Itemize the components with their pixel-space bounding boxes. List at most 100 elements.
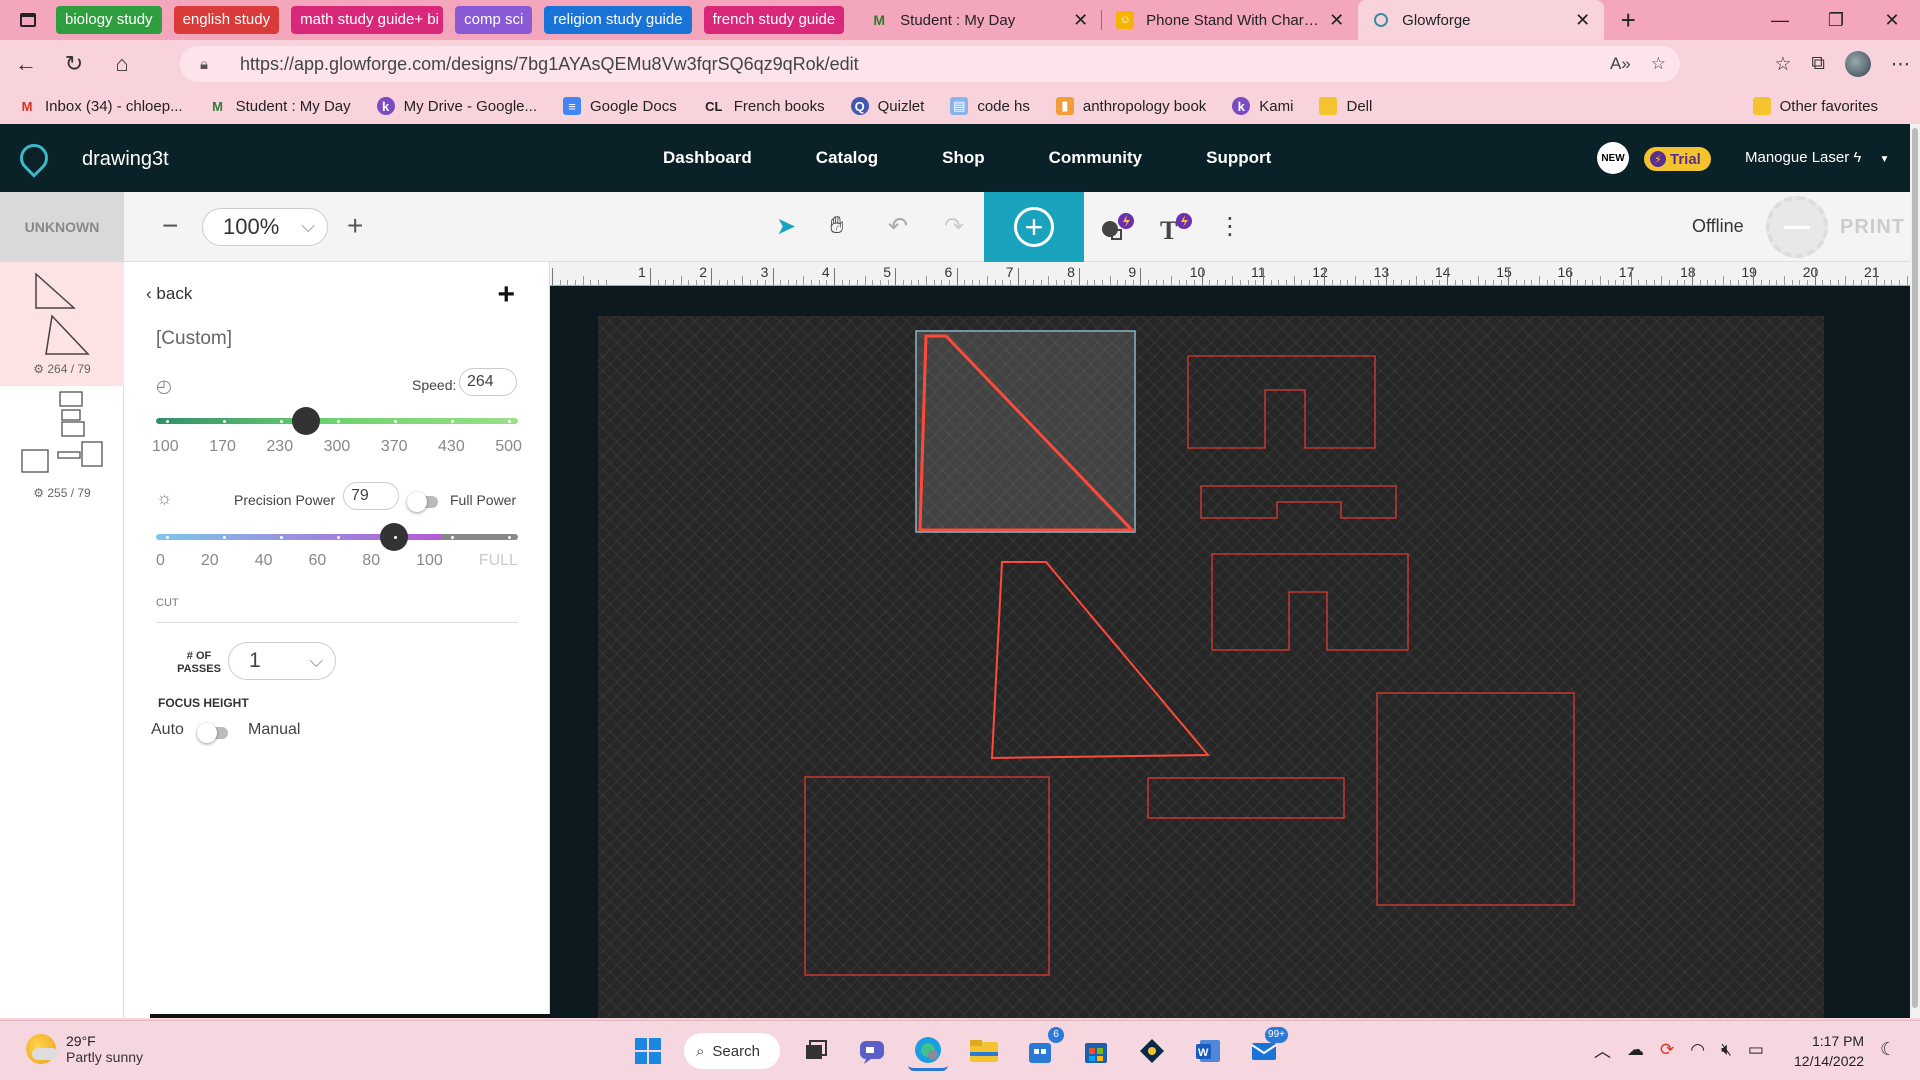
favorite-google-docs[interactable]: ≡ Google Docs: [563, 97, 677, 115]
favorite-gmail[interactable]: M Inbox (34) - chloep...: [18, 97, 183, 115]
triangle-shape[interactable]: [990, 561, 1211, 760]
rectangle-piece-square[interactable]: [1376, 692, 1575, 906]
step-thumbnail-1[interactable]: ⚙︎ 264 / 79: [0, 262, 124, 386]
close-icon[interactable]: ✕: [1575, 10, 1590, 31]
more-vertical-icon[interactable]: ⋮: [1218, 212, 1242, 241]
shapes-premium-icon[interactable]: [1100, 212, 1136, 249]
microsoft-store-button[interactable]: [1076, 1031, 1116, 1071]
battery-icon[interactable]: ▭: [1748, 1040, 1764, 1060]
mail-button[interactable]: 99+: [1244, 1027, 1288, 1071]
print-button[interactable]: [1766, 196, 1828, 258]
tab-phone-stand[interactable]: ☺ Phone Stand With Charge ✕: [1102, 0, 1358, 40]
favorite-student-my-day[interactable]: M Student : My Day: [209, 97, 350, 115]
scrollbar-thumb[interactable]: [1912, 128, 1918, 1008]
text-premium-icon[interactable]: T: [1158, 212, 1194, 249]
step-thumbnail-2[interactable]: ⚙︎ 255 / 79: [0, 386, 124, 510]
rectangle-piece-bar[interactable]: [1147, 777, 1345, 819]
edge-browser-button[interactable]: [908, 1031, 948, 1071]
wifi-icon[interactable]: ◠: [1690, 1040, 1705, 1060]
read-aloud-icon[interactable]: A»: [1610, 54, 1631, 74]
stand-piece-3[interactable]: [1211, 553, 1409, 651]
new-badge[interactable]: NEW: [1597, 142, 1629, 174]
restore-button[interactable]: ❐: [1808, 0, 1864, 40]
favorite-kami[interactable]: k Kami: [1232, 97, 1293, 115]
tab-group-math[interactable]: math study guide+ bi: [291, 6, 444, 34]
close-icon[interactable]: ✕: [1329, 10, 1344, 31]
url-field[interactable]: 🔒︎ https://app.glowforge.com/designs/7bg…: [180, 46, 1680, 82]
tab-glowforge[interactable]: Glowforge ✕: [1358, 0, 1605, 40]
chevron-up-icon[interactable]: ︿: [1594, 1037, 1611, 1062]
favorite-code-hs[interactable]: ▤ code hs: [950, 97, 1030, 115]
tab-group-biology[interactable]: biology study: [56, 6, 162, 34]
full-power-toggle[interactable]: [407, 492, 438, 512]
rectangle-piece-large[interactable]: [804, 776, 1050, 976]
redo-icon[interactable]: ↷: [944, 212, 964, 241]
preset-name[interactable]: [Custom]: [156, 328, 232, 350]
nav-support[interactable]: Support: [1206, 148, 1271, 168]
power-input[interactable]: 79: [343, 482, 399, 510]
new-tab-button[interactable]: +: [1604, 0, 1652, 40]
vpn-app-button[interactable]: [1132, 1031, 1172, 1071]
notifications-icon[interactable]: ☾: [1880, 1039, 1896, 1060]
weather-widget[interactable]: 29°F Partly sunny: [26, 1033, 143, 1065]
volume-muted-icon[interactable]: 🔇︎: [1721, 1040, 1732, 1060]
passes-select[interactable]: 1 ⌵: [228, 642, 336, 680]
favorite-dell[interactable]: ▬ Dell: [1319, 97, 1372, 115]
trial-badge[interactable]: ⚡︎ Trial: [1644, 147, 1711, 171]
zoom-select[interactable]: 100% ⌵: [202, 208, 328, 246]
sync-alert-icon[interactable]: ⟳: [1660, 1040, 1674, 1060]
refresh-button[interactable]: ↻: [52, 42, 96, 86]
nav-shop[interactable]: Shop: [942, 148, 985, 168]
add-setting-button[interactable]: +: [497, 278, 515, 312]
glowforge-logo-icon[interactable]: [14, 138, 54, 178]
minimize-button[interactable]: —: [1752, 0, 1808, 40]
favorites-icon[interactable]: ☆: [1774, 53, 1791, 76]
app-store-button[interactable]: 6: [1020, 1027, 1064, 1071]
system-clock[interactable]: 1:17 PM 12/14/2022: [1794, 1031, 1864, 1071]
tab-actions-button[interactable]: [0, 0, 56, 40]
focus-height-toggle[interactable]: [197, 723, 228, 743]
stand-piece-2[interactable]: [1200, 485, 1397, 519]
selection-box[interactable]: [915, 330, 1136, 533]
teams-chat-button[interactable]: [852, 1031, 892, 1071]
page-scrollbar[interactable]: [1910, 124, 1920, 1018]
nav-dashboard[interactable]: Dashboard: [663, 148, 752, 168]
taskbar-search[interactable]: ⌕ Search: [684, 1033, 780, 1069]
tab-group-religion[interactable]: religion study guide: [544, 6, 692, 34]
back-button[interactable]: ←: [4, 42, 48, 86]
file-explorer-button[interactable]: [964, 1031, 1004, 1071]
close-icon[interactable]: ✕: [1073, 10, 1088, 31]
favorite-my-drive[interactable]: k My Drive - Google...: [376, 97, 537, 115]
tab-group-french[interactable]: french study guide: [703, 6, 845, 34]
nav-catalog[interactable]: Catalog: [816, 148, 878, 168]
speed-slider-handle[interactable]: [291, 407, 320, 435]
more-icon[interactable]: ⋯: [1891, 53, 1910, 76]
hand-tool-icon[interactable]: ✋︎: [830, 212, 844, 240]
back-link[interactable]: ‹ back: [146, 284, 192, 304]
zoom-in-button[interactable]: +: [347, 210, 363, 242]
start-button[interactable]: [628, 1031, 668, 1071]
favorite-anthropology-book[interactable]: ▮ anthropology book: [1055, 97, 1206, 115]
favorite-quizlet[interactable]: Q Quizlet: [850, 97, 924, 115]
tab-student-my-day[interactable]: M Student : My Day ✕: [856, 0, 1103, 40]
close-window-button[interactable]: ✕: [1864, 0, 1920, 40]
avatar[interactable]: [1845, 51, 1871, 77]
nav-community[interactable]: Community: [1049, 148, 1143, 168]
tab-group-comp-sci[interactable]: comp sci: [455, 6, 533, 34]
undo-icon[interactable]: ↶: [888, 212, 908, 241]
word-button[interactable]: W: [1188, 1031, 1228, 1071]
add-favorite-icon[interactable]: ☆: [1651, 54, 1666, 74]
design-title[interactable]: drawing3t: [82, 148, 169, 171]
speed-input[interactable]: 264: [459, 368, 517, 396]
select-tool-icon[interactable]: ➤: [776, 212, 796, 241]
zoom-out-button[interactable]: −: [162, 210, 178, 242]
add-artwork-button[interactable]: +: [984, 192, 1084, 262]
other-favorites[interactable]: ▬ Other favorites: [1752, 97, 1878, 115]
stand-piece-1[interactable]: [1187, 355, 1376, 449]
cloud-icon[interactable]: ☁︎: [1627, 1040, 1644, 1060]
collections-icon[interactable]: ⧉: [1811, 53, 1825, 75]
task-view-button[interactable]: [796, 1031, 836, 1071]
tab-group-english[interactable]: english study: [173, 6, 280, 34]
laser-selector[interactable]: Manogue Laser ϟ ▼: [1745, 149, 1889, 166]
home-button[interactable]: ⌂: [100, 42, 144, 86]
